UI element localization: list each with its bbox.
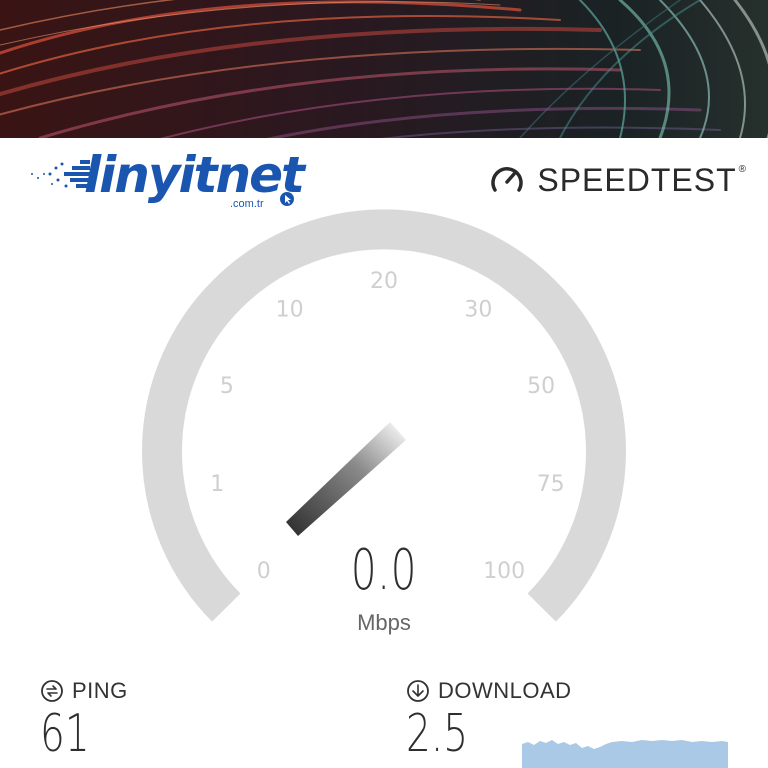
download-value: 2.5 <box>406 704 469 764</box>
gauge-tick-label: 20 <box>370 269 398 294</box>
gauge-tick-label: 50 <box>527 374 555 399</box>
gauge-tick-label: 10 <box>276 298 304 323</box>
gauge-tick-label: 5 <box>220 374 234 399</box>
gauge-tick-label: 1 <box>210 472 224 497</box>
speed-gauge: 0151020305075100 <box>142 209 626 622</box>
gauge-tick-label: 30 <box>464 298 492 323</box>
download-icon <box>407 680 429 702</box>
download-graph <box>522 740 728 768</box>
ping-label: PING <box>72 678 128 703</box>
gauge-tick-label: 75 <box>537 472 565 497</box>
download-label: DOWNLOAD <box>438 678 572 703</box>
ping-stat: PING 61 <box>40 678 128 760</box>
ping-icon <box>41 680 63 702</box>
gauge-needle <box>286 422 406 536</box>
speed-value: 0.0 <box>350 538 418 603</box>
speed-unit: Mbps <box>357 610 411 635</box>
ping-value: 61 <box>40 704 90 764</box>
